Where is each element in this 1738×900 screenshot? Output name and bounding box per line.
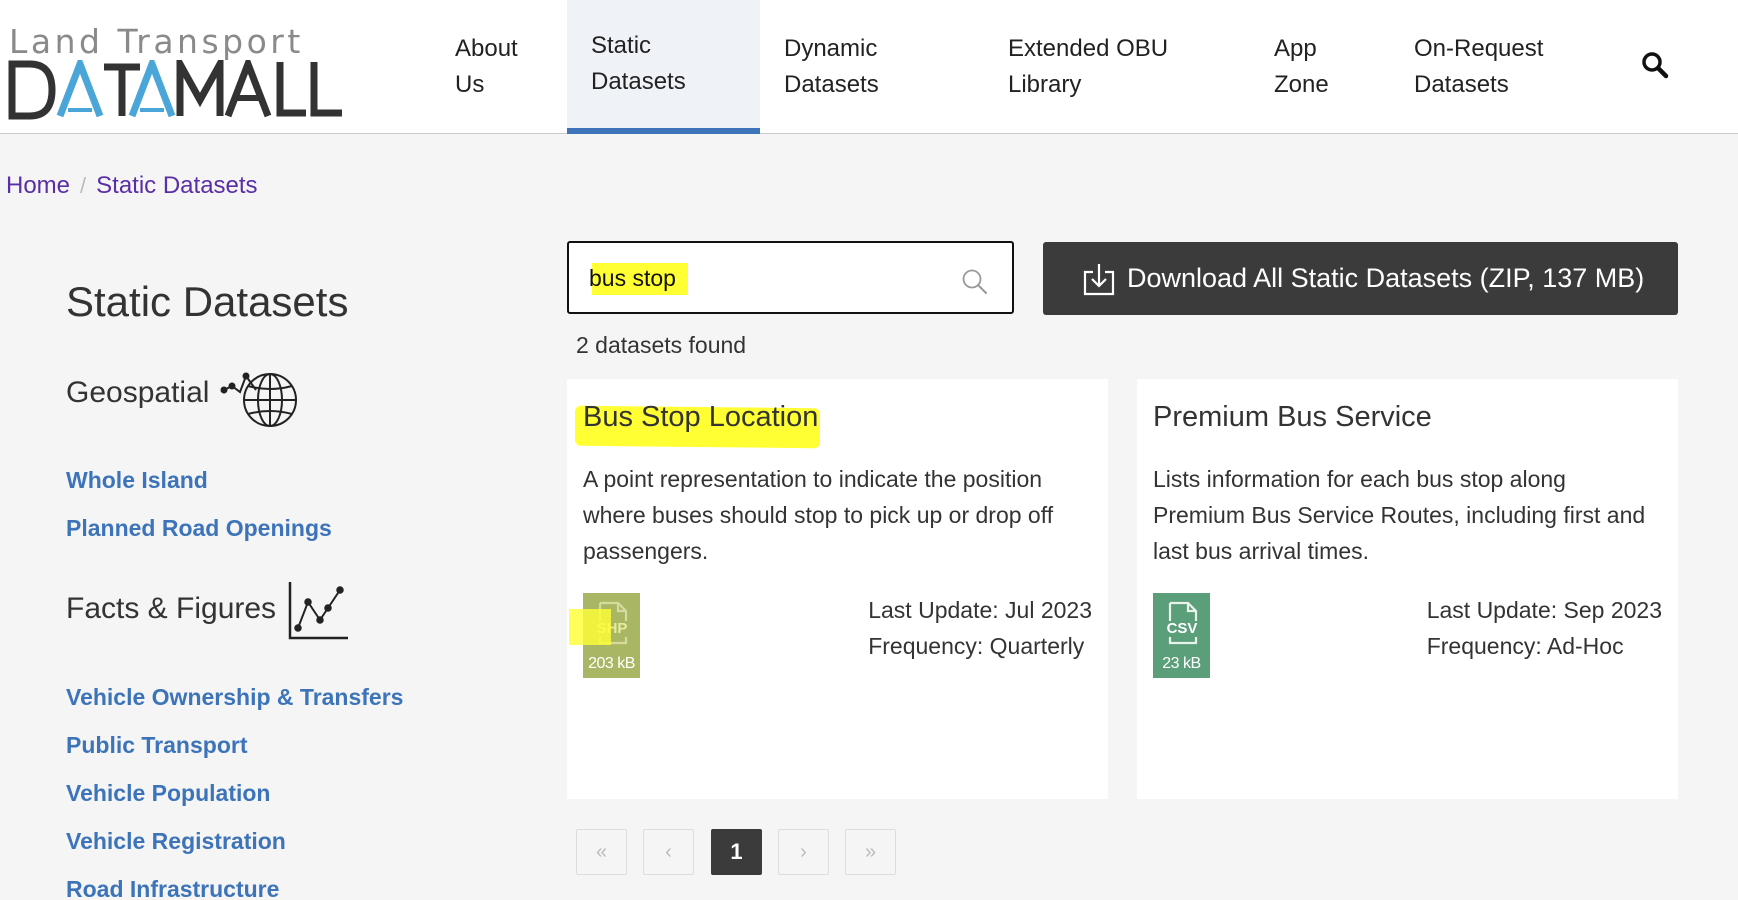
globe-icon (220, 372, 297, 427)
dataset-search-input[interactable] (589, 259, 959, 297)
dataset-description: A point representation to indicate the p… (583, 466, 1054, 564)
dataset-card[interactable]: Premium Bus Service Lists information fo… (1137, 379, 1678, 799)
breadcrumb-current[interactable]: Static Datasets (96, 172, 257, 200)
nav-label: On-Request (1414, 35, 1544, 62)
nav-on-request-datasets[interactable]: On-Request Datasets (1414, 0, 1543, 134)
file-size: 203 kB (588, 655, 635, 672)
last-update: Last Update: Jul 2023 (868, 597, 1092, 623)
sidebar-link-whole-island[interactable]: Whole Island (66, 467, 208, 494)
nav-label: Static (591, 32, 652, 59)
nav-static-datasets[interactable]: Static Datasets (567, 0, 760, 134)
sidebar-link-vehicle-ownership[interactable]: Vehicle Ownership & Transfers (66, 684, 403, 711)
nav-label: About (455, 35, 518, 62)
frequency: Frequency: Quarterly (868, 633, 1085, 659)
dataset-title[interactable]: Bus Stop Location (583, 401, 818, 434)
breadcrumb-home[interactable]: Home (6, 172, 70, 200)
nav-dynamic-datasets[interactable]: Dynamic Datasets (784, 0, 879, 134)
line-chart-icon (288, 582, 348, 640)
nav-app-zone[interactable]: App Zone (1274, 0, 1329, 134)
header-search-button[interactable] (1640, 50, 1680, 90)
nav-label: Extended OBU (1008, 35, 1169, 62)
svg-text:CSV: CSV (1166, 620, 1197, 637)
sidebar-link-vehicle-population[interactable]: Vehicle Population (66, 780, 270, 807)
dataset-meta: Last Update: Jul 2023 Frequency: Quarter… (868, 592, 1092, 664)
nav-about-us[interactable]: About Us (455, 0, 518, 134)
nav-label: Datasets (784, 71, 879, 98)
sidebar-link-planned-road-openings[interactable]: Planned Road Openings (66, 515, 332, 542)
download-all-button[interactable]: Download All Static Datasets (ZIP, 137 M… (1043, 242, 1678, 315)
frequency: Frequency: Ad-Hoc (1426, 633, 1624, 659)
dataset-search-box (567, 241, 1014, 314)
nav-extended-obu-library[interactable]: Extended OBU Library (1008, 0, 1168, 134)
breadcrumb: Home / Static Datasets (6, 172, 258, 200)
dataset-card[interactable]: Bus Stop Location A point representation… (567, 379, 1108, 799)
sidebar-link-road-infrastructure[interactable]: Road Infrastructure (66, 876, 279, 900)
dataset-description: Lists information for each bus stop alon… (1153, 466, 1646, 564)
category-geospatial: Geospatial (66, 376, 210, 409)
sidebar-title: Static Datasets (66, 278, 349, 325)
pagination-page-1[interactable]: 1 (711, 829, 762, 875)
category-facts-figures: Facts & Figures (66, 592, 277, 625)
download-icon (1083, 263, 1115, 295)
results-count: 2 datasets found (576, 332, 747, 358)
logo-wordmark (8, 60, 342, 120)
csv-file-icon: CSV (1166, 601, 1197, 645)
csv-file-download[interactable]: CSV 23 kB (1153, 593, 1210, 678)
file-size: 23 kB (1162, 655, 1201, 672)
datamall-logo[interactable]: Land Transport (8, 22, 348, 122)
nav-label: App (1274, 35, 1317, 62)
breadcrumb-separator: / (80, 173, 87, 198)
sidebar-link-public-transport[interactable]: Public Transport (66, 732, 247, 759)
nav-label: Library (1008, 71, 1082, 98)
nav-label: Zone (1274, 71, 1329, 98)
pagination-last[interactable]: » (845, 829, 896, 875)
sidebar-link-vehicle-registration[interactable]: Vehicle Registration (66, 828, 286, 855)
nav-label: Datasets (1414, 71, 1509, 98)
pagination-prev[interactable]: ‹ (643, 829, 694, 875)
badge-highlight (569, 609, 611, 645)
pagination-first[interactable]: « (576, 829, 627, 875)
nav-label: Us (455, 71, 485, 98)
site-header: Land Transport About Us Static Datasets … (0, 0, 1738, 134)
download-all-label: Download All Static Datasets (ZIP, 137 M… (1127, 263, 1645, 293)
dataset-meta: Last Update: Sep 2023 Frequency: Ad-Hoc (1427, 592, 1662, 664)
pagination-next[interactable]: › (778, 829, 829, 875)
logo-tagline: Land Transport (9, 22, 304, 61)
dataset-title[interactable]: Premium Bus Service (1153, 401, 1432, 434)
search-icon (962, 269, 987, 294)
nav-label: Dynamic (784, 35, 878, 62)
last-update: Last Update: Sep 2023 (1426, 597, 1662, 623)
search-icon (1642, 52, 1669, 79)
nav-label: Datasets (591, 68, 686, 95)
